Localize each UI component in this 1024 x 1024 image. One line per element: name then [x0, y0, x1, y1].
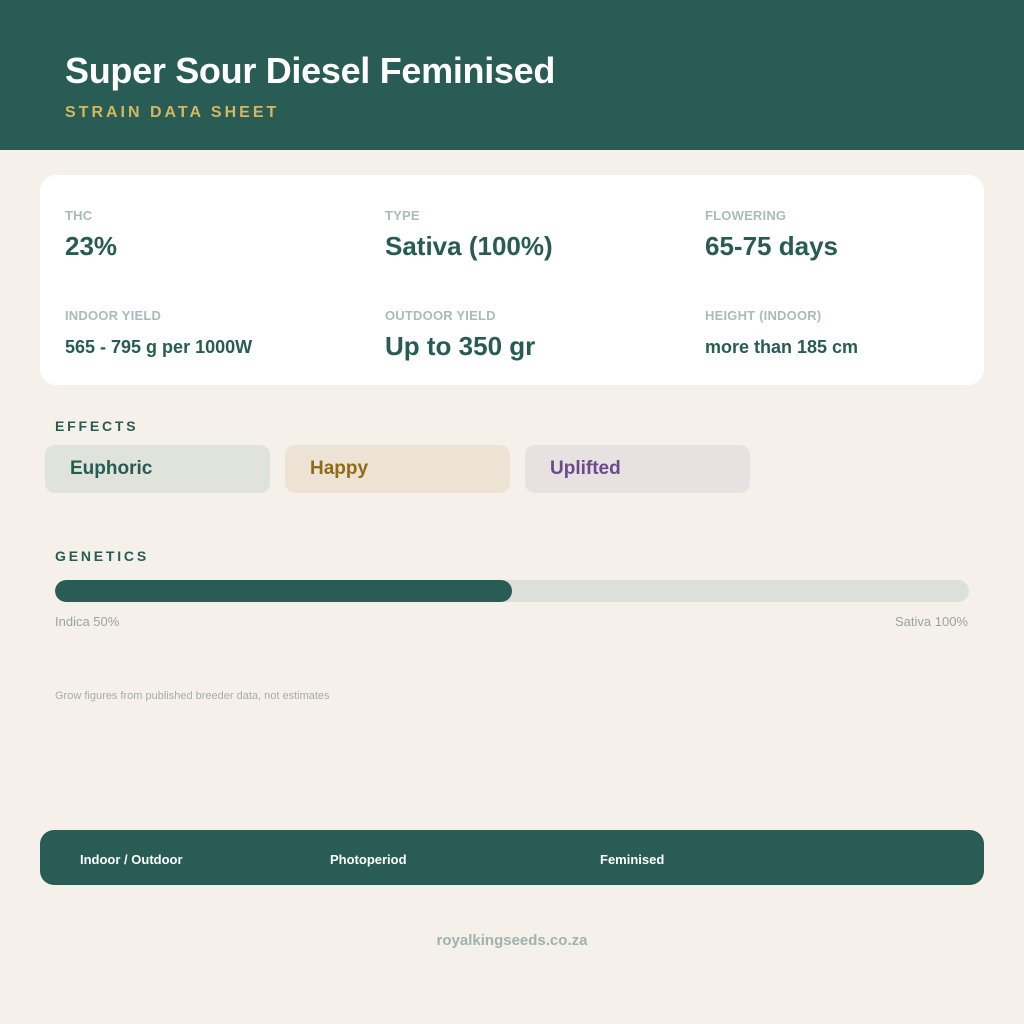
stat-flowering: FLOWERING 65-75 days [705, 208, 838, 262]
page-title: Super Sour Diesel Feminised [65, 50, 556, 91]
stat-label: INDOOR YIELD [65, 308, 162, 323]
stat-value: more than 185 cm [705, 337, 859, 357]
stat-label: OUTDOOR YIELD [385, 308, 496, 323]
stat-indoor-yield: INDOOR YIELD 565 - 795 g per 1000W [65, 308, 252, 358]
genetics-sativa-caption: Sativa 100% [895, 614, 968, 629]
stat-thc: THC 23% [65, 208, 117, 262]
stat-label: HEIGHT (INDOOR) [705, 308, 822, 323]
page-subtitle: STRAIN DATA SHEET [65, 104, 280, 121]
genetics-indica-caption: Indica 50% [55, 614, 120, 629]
effect-chip-label: Uplifted [550, 458, 621, 479]
header-banner: Super Sour Diesel Feminised STRAIN DATA … [0, 0, 1024, 150]
stat-type: TYPE Sativa (100%) [385, 208, 553, 262]
stat-value: 23% [65, 231, 118, 261]
footnote: Grow figures from published breeder data… [55, 690, 330, 702]
effect-chip-euphoric: Euphoric [45, 445, 270, 493]
stat-label: FLOWERING [705, 208, 787, 223]
genetics-bar [55, 580, 969, 602]
footer-item-grow-setting: Indoor / Outdoor [80, 852, 183, 867]
effect-chip-uplifted: Uplifted [525, 445, 750, 493]
effects-heading: EFFECTS [55, 418, 139, 434]
site-url-link[interactable]: royalkingseeds.co.za [0, 932, 1024, 949]
strain-data-sheet: Super Sour Diesel Feminised STRAIN DATA … [0, 0, 1024, 1024]
footer-item-feminised: Feminised [600, 852, 665, 867]
effect-chip-label: Euphoric [70, 458, 153, 479]
stat-label: THC [65, 208, 93, 223]
stat-value: Up to 350 gr [385, 331, 536, 361]
stat-label: TYPE [385, 208, 420, 223]
footer-feature-bar: Indoor / Outdoor Photoperiod Feminised [40, 830, 984, 885]
stat-value: Sativa (100%) [385, 231, 553, 261]
effect-chip-label: Happy [310, 458, 369, 479]
stat-value: 65-75 days [705, 231, 838, 261]
stat-value: 565 - 795 g per 1000W [65, 337, 253, 357]
genetics-bar-fill [55, 580, 512, 602]
stat-outdoor-yield: OUTDOOR YIELD Up to 350 gr [385, 308, 535, 362]
footer-item-photoperiod: Photoperiod [330, 852, 407, 867]
stat-height-indoor: HEIGHT (INDOOR) more than 185 cm [705, 308, 858, 358]
stats-card: THC 23% TYPE Sativa (100%) FLOWERING 65-… [40, 175, 984, 385]
effect-chip-happy: Happy [285, 445, 510, 493]
genetics-heading: GENETICS [55, 548, 149, 564]
